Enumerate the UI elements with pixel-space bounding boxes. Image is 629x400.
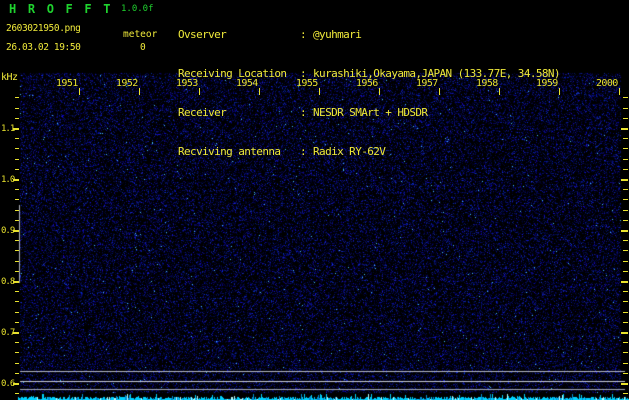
freq-minor-tick-left xyxy=(15,322,19,323)
freq-minor-tick-right xyxy=(623,148,628,149)
time-label: 1953 xyxy=(176,78,198,89)
freq-minor-tick-right xyxy=(623,363,628,364)
time-tick xyxy=(139,88,140,95)
time-label: 1956 xyxy=(356,78,378,89)
freq-minor-tick-right xyxy=(623,159,628,160)
freq-minor-tick-right xyxy=(623,240,628,241)
freq-minor-tick-right xyxy=(623,138,628,139)
time-label: 1951 xyxy=(56,78,78,89)
freq-minor-tick-right xyxy=(623,220,628,221)
freq-minor-tick-right xyxy=(623,322,628,323)
time-label: 1954 xyxy=(236,78,258,89)
freq-minor-tick-left xyxy=(15,138,19,139)
freq-label: 1.0 xyxy=(1,175,15,185)
freq-minor-tick-left xyxy=(15,352,19,353)
time-label: 1955 xyxy=(296,78,318,89)
freq-label: 0.6 xyxy=(1,379,15,389)
freq-major-tick-right xyxy=(621,332,628,334)
freq-minor-tick-right xyxy=(623,97,628,98)
freq-minor-tick-left xyxy=(15,220,19,221)
freq-minor-tick-right xyxy=(623,210,628,211)
freq-minor-tick-right xyxy=(623,250,628,251)
time-label: 1958 xyxy=(476,78,498,89)
freq-minor-tick-right xyxy=(623,342,628,343)
freq-minor-tick-left xyxy=(15,159,19,160)
freq-minor-tick-left xyxy=(15,312,19,313)
freq-minor-tick-right xyxy=(623,199,628,200)
freq-minor-tick-left xyxy=(15,199,19,200)
freq-minor-tick-right xyxy=(623,118,628,119)
freq-major-tick-right xyxy=(621,383,628,385)
freq-minor-tick-left xyxy=(15,261,19,262)
freq-minor-tick-left xyxy=(15,97,19,98)
app-title: H R O F F T xyxy=(9,2,113,16)
meteor-counter-value: 0 xyxy=(140,42,146,53)
app-version: 1.0.0f xyxy=(121,4,154,14)
freq-major-tick-right xyxy=(621,281,628,283)
freq-minor-tick-right xyxy=(623,393,628,394)
freq-major-tick-right xyxy=(621,179,628,181)
freq-minor-tick-right xyxy=(623,301,628,302)
freq-minor-tick-left xyxy=(15,210,19,211)
freq-minor-tick-left xyxy=(15,271,19,272)
freq-major-tick-right xyxy=(621,128,628,130)
time-tick xyxy=(559,88,560,95)
freq-minor-tick-left xyxy=(15,363,19,364)
freq-unit-label: kHz xyxy=(1,72,18,83)
time-tick xyxy=(319,88,320,95)
info-row-observer: Ovserver: @yuhmari xyxy=(178,28,362,41)
freq-label: 0.7 xyxy=(1,328,15,338)
freq-minor-tick-right xyxy=(623,373,628,374)
freq-minor-tick-right xyxy=(623,108,628,109)
freq-minor-tick-left xyxy=(15,108,19,109)
freq-minor-tick-right xyxy=(623,312,628,313)
time-label: 1959 xyxy=(536,78,558,89)
time-tick xyxy=(619,88,620,95)
freq-minor-tick-left xyxy=(15,393,19,394)
freq-minor-tick-left xyxy=(15,169,19,170)
freq-minor-tick-right xyxy=(623,352,628,353)
freq-minor-tick-left xyxy=(15,373,19,374)
freq-label: 0.9 xyxy=(1,226,15,236)
observer-info: Ovserver: @yuhmari Receiving Location: kur… xyxy=(178,2,561,184)
freq-minor-tick-right xyxy=(623,189,628,190)
time-label: 2000 xyxy=(596,78,618,89)
freq-minor-tick-left xyxy=(15,240,19,241)
time-label: 1952 xyxy=(116,78,138,89)
info-row-receiver: Receiver: NESDR SMArt + HDSDR xyxy=(178,106,428,119)
freq-minor-tick-left xyxy=(15,342,19,343)
freq-minor-tick-left xyxy=(15,189,19,190)
time-tick xyxy=(439,88,440,95)
record-timestamp: 26.03.02 19:50 xyxy=(6,42,81,53)
freq-minor-tick-right xyxy=(623,261,628,262)
freq-minor-tick-right xyxy=(623,271,628,272)
time-tick xyxy=(199,88,200,95)
freq-minor-tick-right xyxy=(623,291,628,292)
freq-minor-tick-right xyxy=(623,169,628,170)
hrofft-window: H R O F F T 1.0.0f 2603021950.png meteor… xyxy=(0,0,629,400)
freq-label: 1.1 xyxy=(1,124,15,134)
meteor-counter-label: meteor xyxy=(123,29,158,40)
info-row-antenna: Recviving antenna: Radix RY-62V xyxy=(178,145,386,158)
freq-minor-tick-left xyxy=(15,291,19,292)
freq-label: 0.8 xyxy=(1,277,15,287)
freq-minor-tick-left xyxy=(15,148,19,149)
output-filename: 2603021950.png xyxy=(6,23,81,34)
freq-minor-tick-left xyxy=(15,250,19,251)
time-tick xyxy=(259,88,260,95)
time-tick xyxy=(379,88,380,95)
freq-major-tick-right xyxy=(621,230,628,232)
time-tick xyxy=(499,88,500,95)
time-label: 1957 xyxy=(416,78,438,89)
freq-minor-tick-left xyxy=(15,118,19,119)
time-tick xyxy=(79,88,80,95)
freq-minor-tick-left xyxy=(15,301,19,302)
